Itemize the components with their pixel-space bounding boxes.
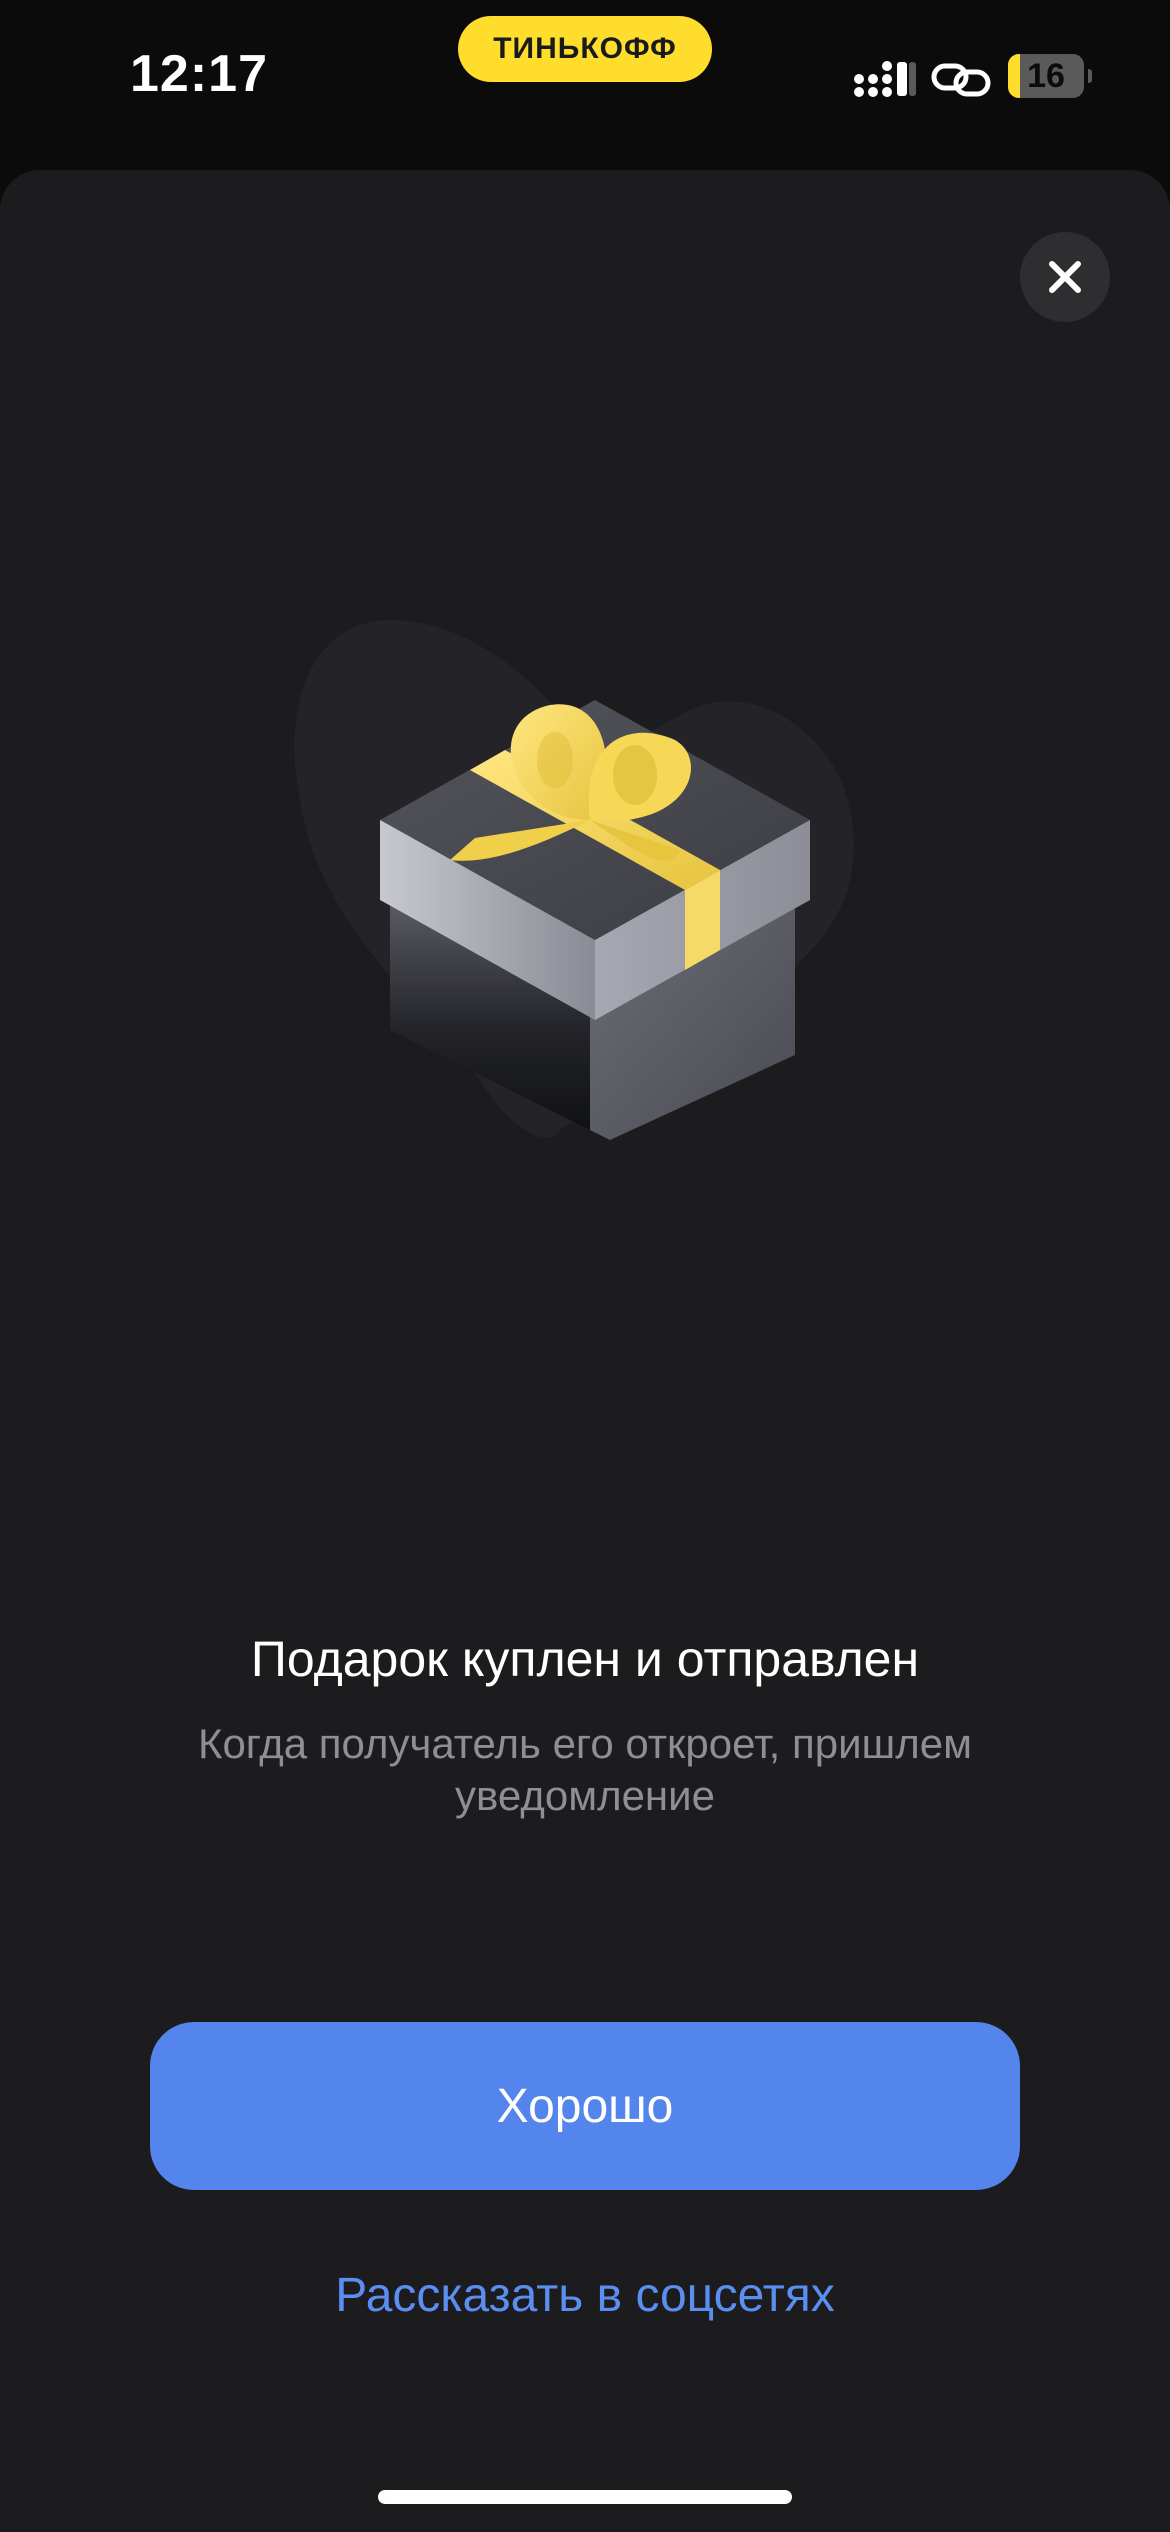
battery-tip — [1088, 69, 1092, 83]
gift-box-illustration — [294, 620, 854, 1140]
dialog-subtitle: Когда получатель его откроет, пришлем ув… — [197, 1720, 972, 1819]
dialog-title: Подарок куплен и отправлен — [250, 1631, 920, 1687]
battery-body: 16 — [1008, 54, 1084, 98]
brand-badge: ТИНЬКОФФ — [458, 16, 712, 82]
battery-icon: 16 — [1008, 54, 1092, 98]
close-icon — [1049, 261, 1081, 293]
signal-icon — [854, 61, 916, 97]
battery-level: 16 — [1027, 56, 1065, 95]
close-button[interactable] — [1020, 232, 1110, 322]
share-social-link[interactable]: Рассказать в соцсетях — [0, 2268, 1170, 2323]
home-indicator[interactable] — [378, 2490, 792, 2504]
status-time: 12:17 — [130, 45, 268, 103]
status-bar: 12:17 ТИНЬКОФФ 16 — [0, 0, 1170, 160]
link-icon — [931, 63, 991, 97]
ok-button[interactable]: Хорошо — [150, 2022, 1020, 2190]
